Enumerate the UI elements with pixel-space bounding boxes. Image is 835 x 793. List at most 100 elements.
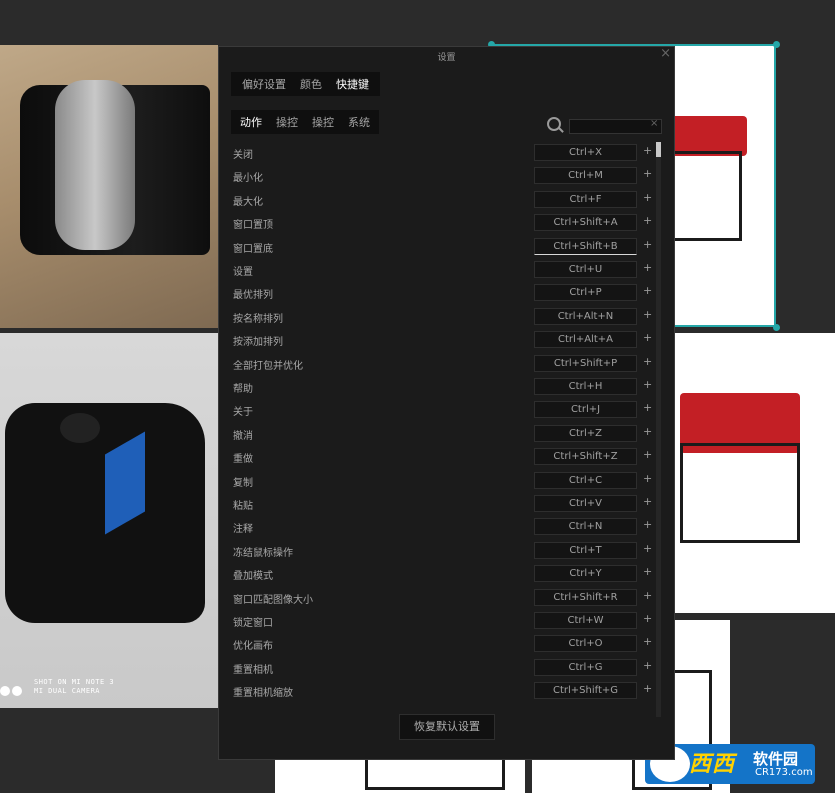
shortcut-row: 窗口置底 Ctrl+Shift+B +: [219, 235, 659, 258]
shortcut-key-field[interactable]: Ctrl+P: [534, 284, 637, 302]
shortcut-row: 按添加排列 Ctrl+Alt+A +: [219, 328, 659, 351]
reset-defaults-button[interactable]: 恢复默认设置: [399, 714, 495, 740]
shortcut-key-field[interactable]: Ctrl+Shift+Z: [534, 448, 637, 466]
add-shortcut-button[interactable]: +: [643, 659, 652, 672]
shortcut-label: 窗口置顶: [233, 220, 273, 232]
selection-handle[interactable]: [773, 324, 780, 331]
add-shortcut-button[interactable]: +: [643, 355, 652, 368]
shortcut-key-field[interactable]: Ctrl+F: [534, 190, 637, 208]
add-shortcut-button[interactable]: +: [643, 308, 652, 321]
shortcut-key-field[interactable]: Ctrl+Shift+B: [534, 237, 637, 255]
add-shortcut-button[interactable]: +: [643, 472, 652, 485]
tab-actions[interactable]: 动作: [233, 114, 269, 130]
shortcut-label: 窗口匹配图像大小: [233, 594, 313, 606]
shortcut-label: 重做: [233, 454, 253, 466]
search-input[interactable]: [569, 119, 662, 134]
shortcut-key-field[interactable]: Ctrl+O: [534, 635, 637, 653]
shortcut-label: 重置相机缩放: [233, 688, 293, 700]
tab-colors[interactable]: 颜色: [293, 76, 329, 92]
shortcut-row: 最优排列 Ctrl+P +: [219, 281, 659, 304]
add-shortcut-button[interactable]: +: [643, 378, 652, 391]
shortcut-label: 最小化: [233, 173, 263, 185]
add-shortcut-button[interactable]: +: [643, 191, 652, 204]
shortcut-row: 关于 Ctrl+J +: [219, 398, 659, 421]
scrollbar-thumb[interactable]: [656, 142, 661, 157]
shortcut-key-field[interactable]: Ctrl+G: [534, 658, 637, 676]
shortcut-key-field[interactable]: Ctrl+Z: [534, 424, 637, 442]
photo-engine[interactable]: SHOT ON MI NOTE 3 MI DUAL CAMERA: [0, 333, 218, 708]
camera-logo: [0, 686, 22, 696]
add-shortcut-button[interactable]: +: [643, 635, 652, 648]
add-shortcut-button[interactable]: +: [643, 284, 652, 297]
shortcut-key-field[interactable]: Ctrl+Alt+N: [534, 307, 637, 325]
shortcut-key-field[interactable]: Ctrl+U: [534, 261, 637, 278]
shortcut-key-field[interactable]: Ctrl+J: [534, 401, 637, 419]
shortcut-key-field[interactable]: Ctrl+N: [534, 518, 637, 536]
add-shortcut-button[interactable]: +: [643, 425, 652, 438]
add-shortcut-button[interactable]: +: [643, 612, 652, 625]
tab-system[interactable]: 系统: [341, 114, 377, 130]
shortcut-key-field[interactable]: Ctrl+C: [534, 471, 637, 489]
shortcut-key-field[interactable]: Ctrl+M: [534, 167, 637, 185]
generator-frame: [672, 151, 742, 241]
add-shortcut-button[interactable]: +: [643, 682, 652, 695]
clear-icon[interactable]: ×: [650, 118, 658, 129]
shortcut-label: 关于: [233, 407, 253, 419]
add-shortcut-button[interactable]: +: [643, 589, 652, 602]
tab-controls[interactable]: 操控: [269, 114, 305, 130]
tab-shortcuts[interactable]: 快捷键: [329, 76, 376, 92]
tab-controls-2[interactable]: 操控: [305, 114, 341, 130]
shortcut-label: 最大化: [233, 196, 263, 208]
add-shortcut-button[interactable]: +: [643, 495, 652, 508]
shortcut-label: 帮助: [233, 384, 253, 395]
shortcut-row: 重置相机 Ctrl+G +: [219, 656, 659, 679]
add-shortcut-button[interactable]: +: [643, 144, 652, 157]
shortcut-row: 注释 Ctrl+N +: [219, 515, 659, 538]
shortcut-row: 窗口置顶 Ctrl+Shift+A +: [219, 211, 659, 234]
shortcut-key-field[interactable]: Ctrl+W: [534, 612, 637, 629]
shortcut-row: 锁定窗口 Ctrl+W +: [219, 609, 659, 632]
scrollbar-track[interactable]: [656, 142, 661, 717]
shortcut-key-field[interactable]: Ctrl+X: [534, 144, 637, 161]
shortcut-key-field[interactable]: Ctrl+Alt+A: [534, 331, 637, 349]
add-shortcut-button[interactable]: +: [643, 401, 652, 414]
add-shortcut-button[interactable]: +: [643, 518, 652, 531]
shortcut-row: 粘贴 Ctrl+V +: [219, 492, 659, 515]
add-shortcut-button[interactable]: +: [643, 261, 652, 274]
shortcut-key-field[interactable]: Ctrl+Shift+G: [534, 682, 637, 700]
shortcut-key-field[interactable]: Ctrl+H: [534, 378, 637, 395]
add-shortcut-button[interactable]: +: [643, 448, 652, 461]
close-icon[interactable]: ×: [660, 46, 671, 61]
settings-dialog: 设置 × 偏好设置 颜色 快捷键 动作 操控 操控 系统 × 关闭 Ctrl+X +…: [218, 46, 675, 760]
shortcut-label: 全部打包并优化: [233, 360, 303, 372]
shortcut-key-field[interactable]: Ctrl+V: [534, 495, 637, 512]
add-shortcut-button[interactable]: +: [643, 331, 652, 344]
shortcut-key-field[interactable]: Ctrl+Y: [534, 565, 637, 583]
add-shortcut-button[interactable]: +: [643, 167, 652, 180]
shortcut-label: 按添加排列: [233, 337, 283, 349]
shortcut-key-field[interactable]: Ctrl+T: [534, 541, 637, 559]
shortcut-key-field[interactable]: Ctrl+Shift+R: [534, 588, 637, 606]
selection-handle[interactable]: [773, 41, 780, 48]
add-shortcut-button[interactable]: +: [643, 542, 652, 555]
shortcut-key-field[interactable]: Ctrl+Shift+P: [534, 354, 637, 372]
shortcut-label: 复制: [233, 477, 253, 489]
shortcut-label: 冻结鼠标操作: [233, 547, 293, 559]
shortcut-row: 按名称排列 Ctrl+Alt+N +: [219, 305, 659, 328]
shortcut-row: 重置相机缩放 Ctrl+Shift+G +: [219, 679, 659, 702]
shortcut-label: 按名称排列: [233, 313, 283, 325]
shortcut-key-field[interactable]: Ctrl+Shift+A: [534, 214, 637, 232]
shortcut-label: 锁定窗口: [233, 618, 273, 629]
watermark-domain: CR173.com: [755, 767, 813, 778]
photo-generator-2[interactable]: [675, 333, 835, 613]
add-shortcut-button[interactable]: +: [643, 565, 652, 578]
add-shortcut-button[interactable]: +: [643, 214, 652, 227]
shortcut-label: 优化画布: [233, 641, 273, 653]
shortcut-row: 复制 Ctrl+C +: [219, 469, 659, 492]
photo-motor[interactable]: [0, 45, 218, 328]
add-shortcut-button[interactable]: +: [643, 238, 652, 251]
tab-preferences[interactable]: 偏好设置: [235, 76, 293, 92]
watermark-name: 西西: [689, 752, 736, 777]
shortcut-row: 撤消 Ctrl+Z +: [219, 422, 659, 445]
shortcut-category-tabs: 动作 操控 操控 系统: [231, 110, 379, 134]
